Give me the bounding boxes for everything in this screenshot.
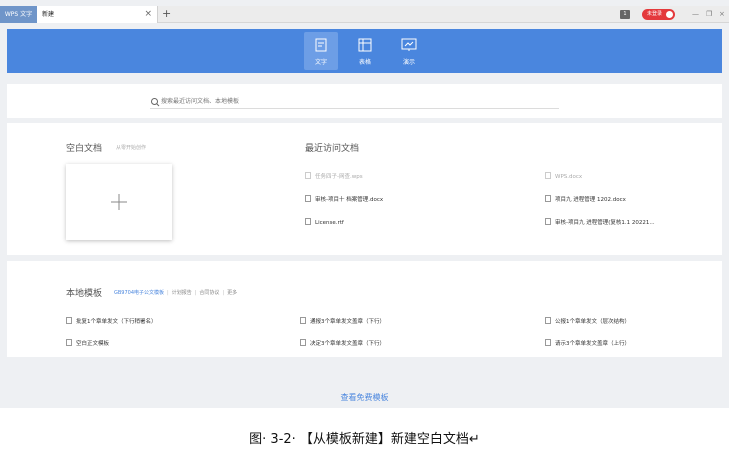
template-name: 公报1个章单发文（层次结构） [555,319,631,325]
title-bar: WPS 文字 新建 × + 1 未登录 — ❐ × [0,6,729,23]
tab-contract[interactable]: 合同协议 [199,290,219,296]
close-window-button[interactable]: × [719,6,725,22]
recent-doc-item[interactable]: WPS.docx [545,172,582,180]
recent-doc-name: 审核-项目十 档案管理.docx [315,197,384,203]
recent-doc-item[interactable]: 审核-项目九 进程管理(复核1.1 20221... [545,218,655,226]
recent-doc-name: 任务四子-网查.wps [315,174,363,180]
new-document-panel: 空白文档 从零开始创作 最近访问文档 任务四子-网查.wps WPS.docx … [7,123,722,255]
document-icon [315,38,327,52]
search-icon [151,98,160,107]
recent-doc-name: 审核-项目九 进程管理(复核1.1 20221... [555,220,655,226]
login-label: 未登录 [647,11,663,17]
tab-plan-report[interactable]: 计划报告 [172,290,192,296]
recent-doc-item[interactable]: 任务四子-网查.wps [305,172,363,180]
file-icon [305,172,311,179]
recent-doc-item[interactable]: 项目九 进程管理 1202.docx [545,195,626,203]
mode-sheet[interactable]: 表格 [348,32,382,70]
template-item[interactable]: 请示3个章单发文盖章（上行） [545,339,630,347]
presentation-icon [401,38,417,51]
file-icon [545,339,551,346]
tab-new[interactable]: 新建 × [37,6,158,23]
tab-separator: | [194,290,197,296]
template-item[interactable]: 决定3个章单发文盖章（下行） [300,339,385,347]
template-name: 决定3个章单发文盖章（下行） [310,341,386,347]
tab-gb9704[interactable]: GB9704电子公文模板 [114,290,164,296]
tab-new-label: 新建 [42,11,55,18]
tab-close-icon[interactable]: × [144,6,152,22]
local-templates-title: 本地模板 [66,289,103,299]
recent-doc-name: WPS.docx [555,174,583,180]
add-tab-button[interactable]: + [162,6,171,22]
login-button[interactable]: 未登录 [642,9,675,20]
template-item[interactable]: 通报3个章单发文盖章（下行） [300,317,385,325]
mode-writer[interactable]: 文字 [304,32,338,70]
app-tab[interactable]: WPS 文字 [0,6,37,23]
tab-separator: | [167,290,169,296]
template-name: 通报3个章单发文盖章（下行） [310,319,386,325]
search-box [150,95,559,109]
template-category-tabs: GB9704电子公文模板 | 计划报告 | 合同协议 | 更多 [114,289,237,296]
tab-separator: | [222,290,225,296]
template-item[interactable]: 批复1个章单发文（下行稍署名） [66,317,157,325]
recent-doc-item[interactable]: License.rtf [305,218,344,226]
file-icon [305,218,311,225]
blank-doc-title: 空白文档 [66,144,103,154]
mode-presentation-label: 演示 [402,59,415,66]
blank-document-card[interactable] [66,164,172,240]
file-icon [545,218,551,225]
file-icon [300,339,306,346]
file-icon [300,317,306,324]
file-icon [66,317,72,324]
template-name: 空白正文模板 [76,341,110,347]
recent-doc-name: License.rtf [315,220,344,226]
avatar-icon [666,11,673,18]
notification-badge[interactable]: 1 [620,10,630,19]
template-item[interactable]: 空白正文模板 [66,339,109,347]
file-icon [305,195,311,202]
mode-writer-label: 文字 [314,59,327,66]
local-templates-panel: 本地模板 GB9704电子公文模板 | 计划报告 | 合同协议 | 更多 批复1个章单发文（… [7,261,722,357]
mode-presentation[interactable]: 演示 [392,32,426,70]
tab-more[interactable]: 更多 [227,290,237,296]
plus-icon [111,194,127,210]
search-input[interactable] [161,95,551,107]
recent-doc-item[interactable]: 审核-项目十 档案管理.docx [305,195,383,203]
template-name: 批复1个章单发文（下行稍署名） [76,319,157,325]
table-icon [358,38,372,52]
recent-docs-title: 最近访问文档 [305,144,360,154]
figure-caption: 图· 3-2· 【从模板新建】新建空白文档↵ [249,432,480,447]
minimize-button[interactable]: — [692,6,699,22]
file-icon [66,339,72,346]
mode-bar: 文字 表格 演示 [7,29,722,73]
file-icon [545,195,551,202]
template-item[interactable]: 公报1个章单发文（层次结构） [545,317,630,325]
restore-button[interactable]: ❐ [706,6,712,22]
free-templates-link[interactable]: 查看免费模板 [0,392,729,403]
mode-sheet-label: 表格 [358,59,371,66]
recent-doc-name: 项目九 进程管理 1202.docx [555,197,626,203]
blank-doc-subtitle: 从零开始创作 [116,145,147,151]
template-name: 请示3个章单发文盖章（上行） [555,341,631,347]
file-icon [545,172,551,179]
file-icon [545,317,551,324]
search-panel [7,84,722,118]
wps-window: WPS 文字 新建 × + 1 未登录 — ❐ × 文字 表格 演示 搜索最近访… [0,0,729,408]
